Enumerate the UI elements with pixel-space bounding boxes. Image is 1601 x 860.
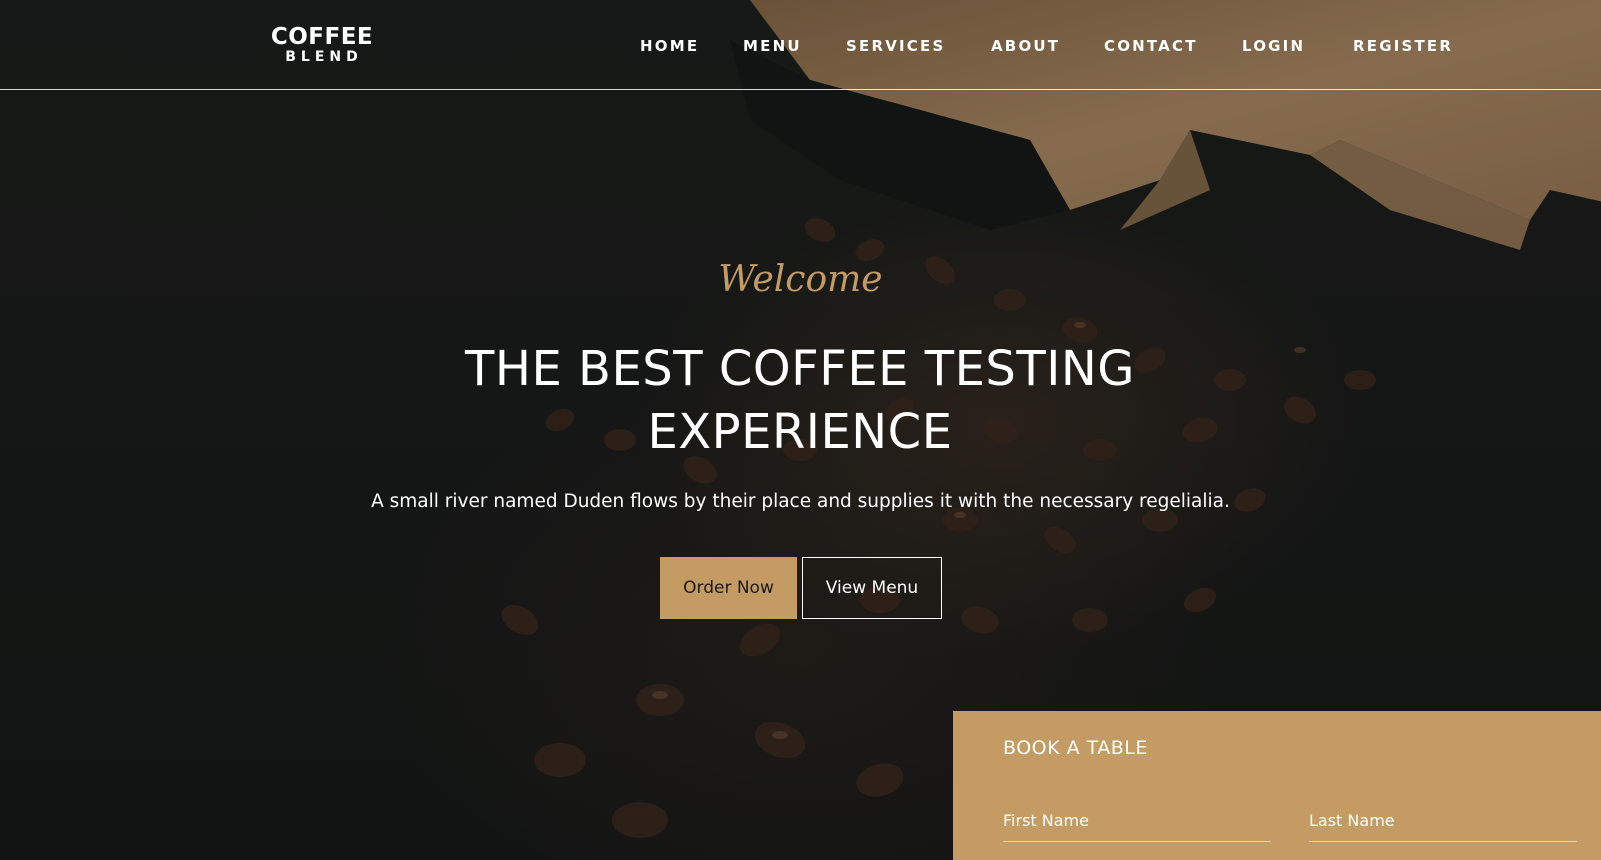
first-name-field[interactable]	[1003, 799, 1271, 842]
nav-item-menu[interactable]: MENU	[743, 36, 802, 56]
nav-item-login[interactable]: LOGIN	[1242, 36, 1305, 56]
book-table-panel: BOOK A TABLE	[953, 711, 1601, 860]
hero-subtitle: A small river named Duden flows by their…	[371, 491, 1230, 512]
hero-title: THE BEST COFFEE TESTING EXPERIENCE	[465, 341, 1135, 460]
navbar: COFFEE BLEND HOME MENU SERVICES ABOUT CO…	[0, 0, 1601, 90]
nav-item-services[interactable]: SERVICES	[846, 36, 945, 56]
hero-section: COFFEE BLEND HOME MENU SERVICES ABOUT CO…	[0, 0, 1601, 860]
view-menu-button[interactable]: View Menu	[802, 557, 942, 619]
order-now-button[interactable]: Order Now	[660, 557, 797, 619]
welcome-script-text: Welcome	[718, 259, 883, 300]
nav-item-contact[interactable]: CONTACT	[1104, 36, 1198, 56]
nav-item-register[interactable]: REGISTER	[1353, 36, 1453, 56]
nav-item-about[interactable]: ABOUT	[991, 36, 1060, 56]
last-name-field[interactable]	[1309, 799, 1577, 842]
main-nav: HOME MENU SERVICES ABOUT CONTACT LOGIN R…	[0, 36, 1601, 60]
book-table-title: BOOK A TABLE	[1003, 737, 1148, 759]
nav-item-home[interactable]: HOME	[640, 36, 699, 56]
